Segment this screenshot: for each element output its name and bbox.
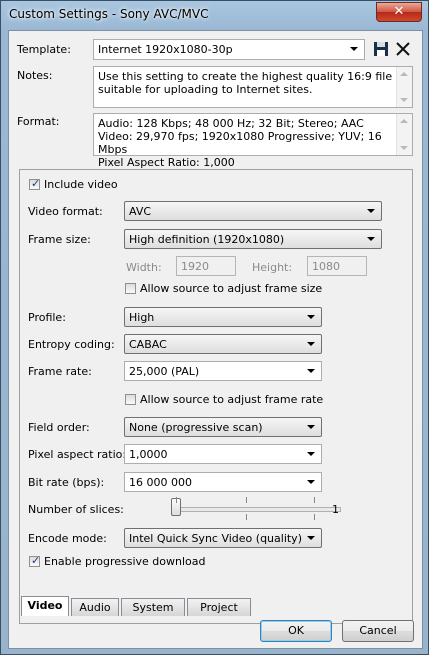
- tab-video[interactable]: Video: [21, 596, 69, 616]
- delete-icon[interactable]: [395, 41, 411, 57]
- format-scrollbar[interactable]: [396, 114, 412, 155]
- profile-value: High: [129, 311, 155, 324]
- allow-frame-size-label[interactable]: Allow source to adjust frame size: [140, 282, 322, 295]
- progressive-download-checkbox[interactable]: ✓: [29, 554, 41, 567]
- pixel-aspect-combo[interactable]: 1,0000: [124, 444, 322, 464]
- slider-tick: [246, 514, 247, 520]
- tab-system[interactable]: System: [121, 598, 185, 616]
- chevron-down-icon: [307, 315, 315, 319]
- notes-label: Notes:: [17, 69, 53, 82]
- chevron-down-icon: [367, 209, 375, 213]
- dialog-client: Template: Internet 1920x1080-30p Notes: …: [8, 30, 423, 649]
- pixel-aspect-value: 1,0000: [129, 448, 168, 461]
- video-format-select[interactable]: AVC: [124, 201, 382, 221]
- save-icon[interactable]: [373, 41, 389, 57]
- settings-tabs: Video Audio System Project: [19, 596, 413, 618]
- title-bar[interactable]: Custom Settings - Sony AVC/MVC ✕: [1, 1, 428, 29]
- slider-tick: [176, 497, 177, 503]
- field-order-label: Field order:: [28, 421, 90, 434]
- format-label: Format:: [17, 115, 60, 128]
- slider-tick: [246, 497, 247, 503]
- allow-frame-size-checkbox[interactable]: [125, 283, 136, 294]
- slider-tick: [314, 514, 315, 520]
- slices-value: 1: [332, 503, 339, 516]
- scroll-down-icon[interactable]: [400, 146, 408, 150]
- slices-label: Number of slices:: [28, 503, 124, 516]
- encode-mode-select[interactable]: Intel Quick Sync Video (quality): [124, 528, 322, 548]
- slices-slider-track[interactable]: [175, 507, 341, 512]
- progressive-download-label[interactable]: Enable progressive download: [44, 555, 205, 568]
- chevron-down-icon: [307, 369, 315, 373]
- notes-textarea[interactable]: Use this setting to create the highest q…: [93, 66, 413, 108]
- bit-rate-value: 16 000 000: [129, 476, 192, 489]
- ok-button[interactable]: OK: [260, 620, 332, 642]
- width-value: 1920: [181, 260, 209, 273]
- include-video-label[interactable]: Include video: [44, 178, 118, 191]
- video-settings-panel: ✓ Include video Video format: AVC Frame …: [19, 169, 413, 624]
- include-video-checkbox[interactable]: ✓: [29, 177, 41, 190]
- tab-project[interactable]: Project: [187, 598, 251, 616]
- close-button[interactable]: ✕: [376, 2, 422, 22]
- scroll-up-icon[interactable]: [400, 119, 408, 123]
- frame-rate-combo[interactable]: 25,000 (PAL): [124, 361, 322, 381]
- height-field[interactable]: 1080: [307, 256, 367, 276]
- chevron-down-icon: [307, 480, 315, 484]
- format-line: Video: 29,970 fps; 1920x1080 Progressive…: [98, 130, 382, 156]
- frame-size-value: High definition (1920x1080): [129, 233, 285, 246]
- template-combo[interactable]: Internet 1920x1080-30p: [93, 39, 365, 60]
- scroll-down-icon[interactable]: [400, 98, 408, 102]
- chevron-down-icon: [307, 536, 315, 540]
- chevron-down-icon: [307, 425, 315, 429]
- template-label: Template:: [17, 43, 71, 56]
- check-icon: ✓: [31, 554, 41, 567]
- width-field[interactable]: 1920: [176, 256, 236, 276]
- profile-label: Profile:: [28, 311, 66, 324]
- entropy-value: CABAC: [129, 338, 167, 351]
- entropy-select[interactable]: CABAC: [124, 334, 322, 354]
- allow-frame-rate-label[interactable]: Allow source to adjust frame rate: [140, 393, 323, 406]
- window-title: Custom Settings - Sony AVC/MVC: [9, 7, 209, 21]
- chevron-down-icon: [350, 47, 358, 51]
- frame-size-label: Frame size:: [28, 233, 91, 246]
- allow-frame-rate-checkbox[interactable]: [125, 394, 136, 405]
- notes-text: Use this setting to create the highest q…: [98, 70, 393, 96]
- encode-mode-value: Intel Quick Sync Video (quality): [129, 532, 302, 545]
- close-icon: ✕: [393, 4, 405, 19]
- frame-size-select[interactable]: High definition (1920x1080): [124, 229, 382, 249]
- chevron-down-icon: [367, 237, 375, 241]
- format-text: Audio: 128 Kbps; 48 000 Hz; 32 Bit; Ster…: [98, 117, 396, 169]
- check-icon: ✓: [31, 177, 41, 190]
- cancel-button[interactable]: Cancel: [342, 620, 414, 642]
- format-line: Audio: 128 Kbps; 48 000 Hz; 32 Bit; Ster…: [98, 117, 364, 130]
- format-line: Pixel Aspect Ratio: 1,000: [98, 156, 235, 169]
- height-label: Height:: [252, 261, 293, 274]
- dialog-window: Custom Settings - Sony AVC/MVC ✕ Templat…: [0, 0, 429, 655]
- profile-select[interactable]: High: [124, 307, 322, 327]
- entropy-label: Entropy coding:: [28, 338, 115, 351]
- width-label: Width:: [126, 261, 162, 274]
- scroll-up-icon[interactable]: [400, 72, 408, 76]
- bit-rate-combo[interactable]: 16 000 000: [124, 472, 322, 492]
- height-value: 1080: [312, 260, 340, 273]
- frame-rate-label: Frame rate:: [28, 365, 92, 378]
- bit-rate-label: Bit rate (bps):: [28, 476, 105, 489]
- frame-rate-value: 25,000 (PAL): [129, 365, 200, 378]
- chevron-down-icon: [307, 452, 315, 456]
- field-order-value: None (progressive scan): [129, 421, 263, 434]
- field-order-select[interactable]: None (progressive scan): [124, 417, 322, 437]
- encode-mode-label: Encode mode:: [28, 532, 107, 545]
- template-value: Internet 1920x1080-30p: [98, 43, 233, 56]
- notes-scrollbar[interactable]: [396, 67, 412, 107]
- tab-audio[interactable]: Audio: [71, 598, 119, 616]
- format-textarea[interactable]: Audio: 128 Kbps; 48 000 Hz; 32 Bit; Ster…: [93, 113, 413, 169]
- slider-tick: [314, 497, 315, 503]
- video-format-label: Video format:: [28, 205, 103, 218]
- pixel-aspect-label: Pixel aspect ratio:: [28, 448, 127, 461]
- chevron-down-icon: [307, 342, 315, 346]
- video-format-value: AVC: [129, 205, 152, 218]
